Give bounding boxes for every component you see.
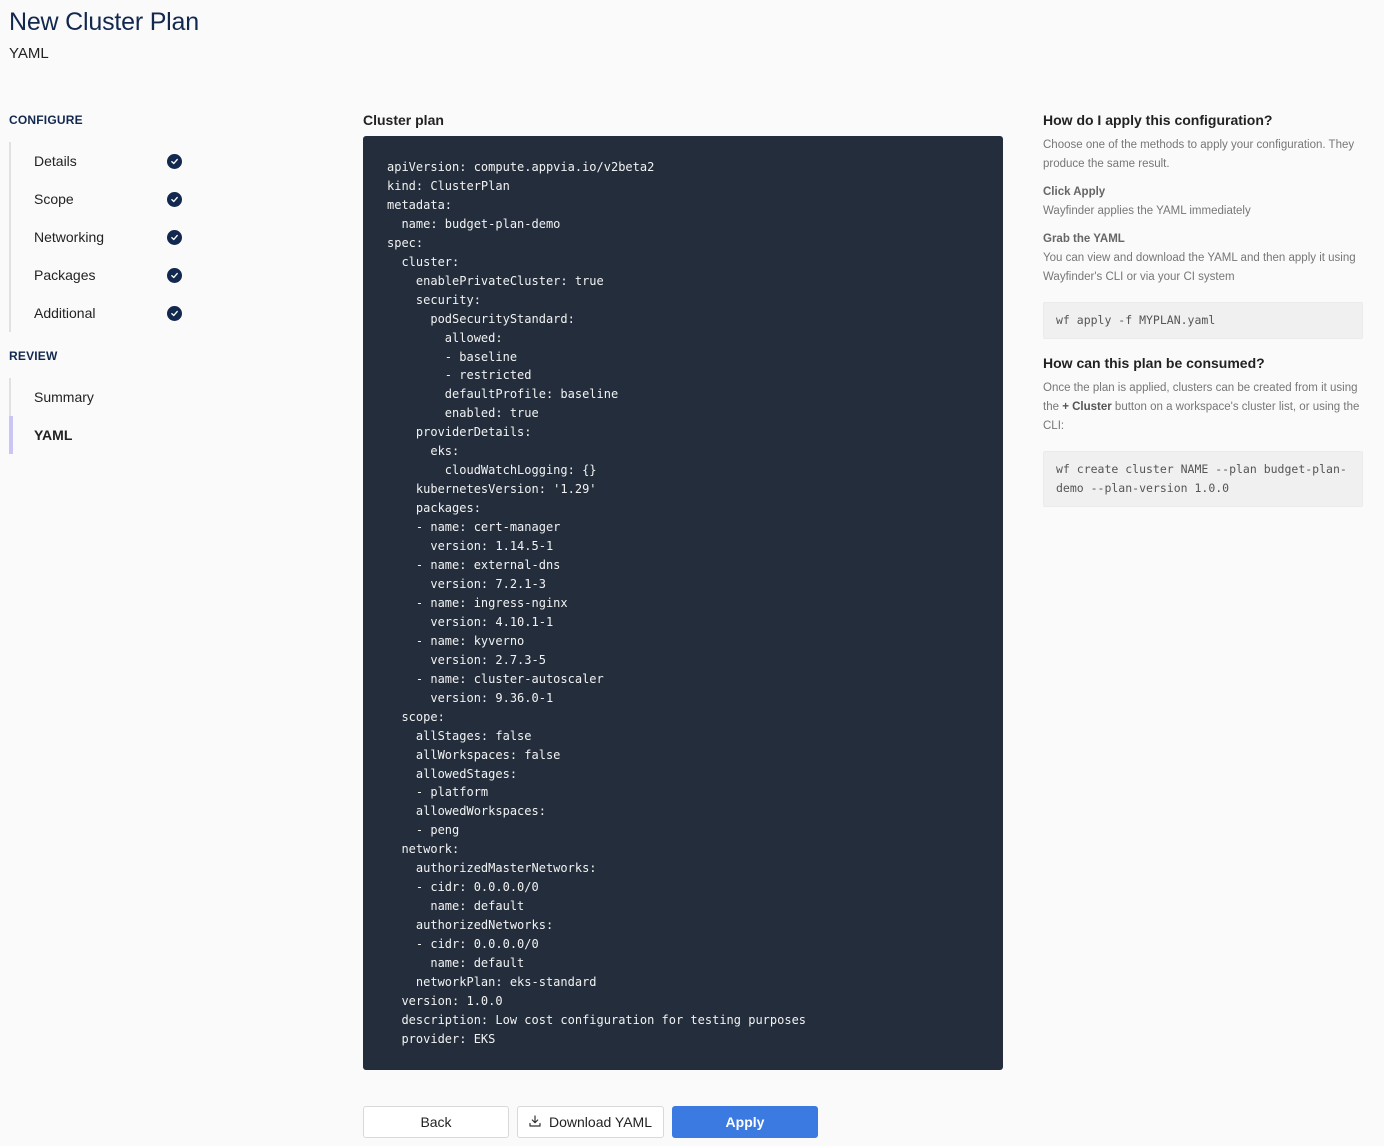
create-cluster-command-snippet[interactable]: wf create cluster NAME --plan budget-pla…: [1043, 451, 1363, 507]
download-button-label: Download YAML: [549, 1114, 652, 1130]
yaml-code-block[interactable]: apiVersion: compute.appvia.io/v2beta2 ki…: [363, 136, 1003, 1070]
apply-button-label: Apply: [725, 1114, 765, 1130]
check-circle-icon: [167, 268, 182, 283]
apply-help-heading: How do I apply this configuration?: [1043, 112, 1273, 128]
check-circle-icon: [167, 154, 182, 169]
sidebar-item-yaml[interactable]: YAML: [9, 416, 209, 454]
sidebar-item-label: Scope: [34, 191, 74, 207]
cluster-plan-label: Cluster plan: [363, 112, 444, 128]
method-click-apply-title: Click Apply: [1043, 186, 1106, 198]
check-circle-icon: [167, 306, 182, 321]
consume-help-text: Once the plan is applied, clusters can b…: [1043, 379, 1363, 436]
sidebar-item-label: Summary: [34, 389, 94, 405]
sidebar-item-additional[interactable]: Additional: [11, 294, 209, 332]
apply-button[interactable]: Apply: [672, 1106, 818, 1138]
review-steps: Summary YAML: [9, 378, 209, 454]
page-title: New Cluster Plan: [9, 8, 199, 36]
sidebar-item-label: YAML: [34, 427, 73, 443]
wizard-sidebar: CONFIGURE Details Scope Networking Packa…: [9, 112, 209, 470]
help-panel: How do I apply this configuration? Choos…: [1043, 112, 1363, 523]
sidebar-item-scope[interactable]: Scope: [11, 180, 209, 218]
back-button[interactable]: Back: [363, 1106, 509, 1138]
method-grab-yaml-text: You can view and download the YAML and t…: [1043, 252, 1356, 283]
sidebar-item-label: Packages: [34, 267, 96, 283]
sidebar-item-summary[interactable]: Summary: [11, 378, 209, 416]
check-circle-icon: [167, 192, 182, 207]
cluster-plan-panel: Cluster plan apiVersion: compute.appvia.…: [363, 112, 1003, 1070]
method-click-apply-text: Wayfinder applies the YAML immediately: [1043, 205, 1251, 217]
action-bar: Back Download YAML Apply: [363, 1106, 818, 1138]
sidebar-item-label: Networking: [34, 229, 105, 245]
section-label-review: REVIEW: [9, 349, 58, 363]
page-subtitle: YAML: [9, 45, 49, 62]
back-button-label: Back: [420, 1114, 452, 1130]
apply-help-intro: Choose one of the methods to apply your …: [1043, 139, 1355, 170]
method-grab-yaml-title: Grab the YAML: [1043, 233, 1125, 245]
sidebar-item-packages[interactable]: Packages: [11, 256, 209, 294]
sidebar-item-networking[interactable]: Networking: [11, 218, 209, 256]
check-circle-icon: [167, 230, 182, 245]
configure-steps: Details Scope Networking Packages Additi…: [9, 142, 209, 332]
section-label-configure: CONFIGURE: [9, 113, 83, 127]
download-yaml-button[interactable]: Download YAML: [517, 1106, 664, 1138]
sidebar-item-label: Additional: [34, 305, 96, 321]
sidebar-item-details[interactable]: Details: [11, 142, 209, 180]
cluster-button-reference: + Cluster: [1062, 401, 1112, 413]
apply-command-snippet[interactable]: wf apply -f MYPLAN.yaml: [1043, 302, 1363, 339]
sidebar-item-label: Details: [34, 153, 77, 169]
download-icon: [529, 1114, 541, 1130]
consume-help-heading: How can this plan be consumed?: [1043, 355, 1265, 371]
